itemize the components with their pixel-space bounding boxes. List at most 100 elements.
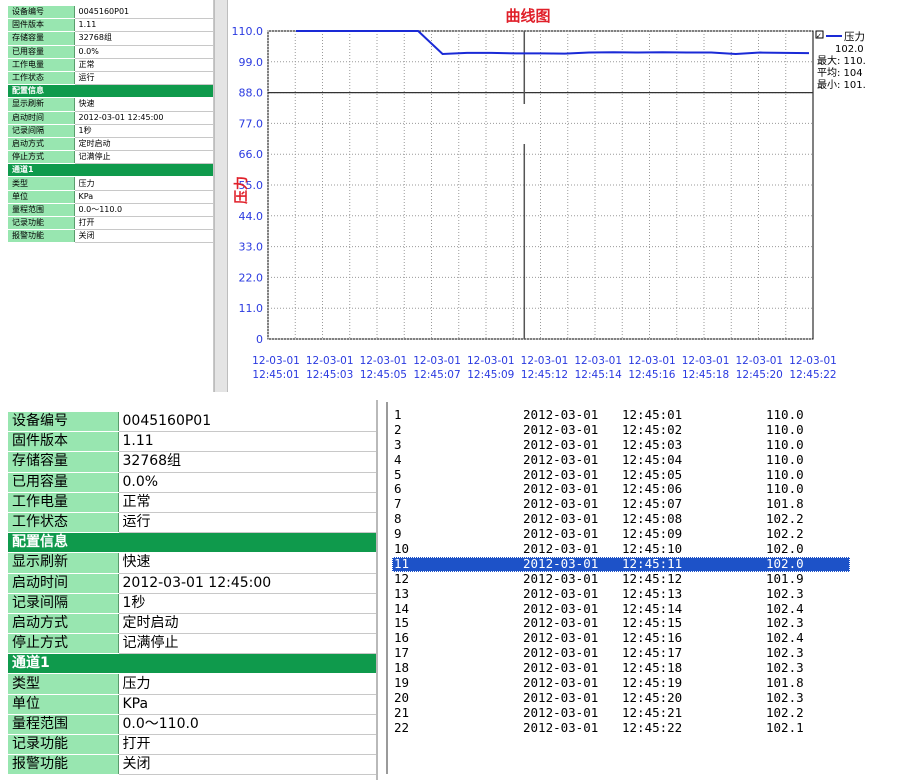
list-item[interactable]: 7 2012-03-01 12:45:07 101.8 xyxy=(392,496,850,512)
small-property-row[interactable]: 显示刷新 快速 xyxy=(8,97,213,112)
record-value: 102.3 xyxy=(766,689,804,705)
record-value: 102.3 xyxy=(766,660,804,676)
small-property-row[interactable]: 启动方式 定时启动 xyxy=(8,137,213,152)
x-tick-label: 12-03-01 xyxy=(413,355,461,367)
list-item[interactable]: 9 2012-03-01 12:45:09 102.2 xyxy=(392,526,850,542)
property-key: 存储容量 xyxy=(8,451,119,473)
list-item[interactable]: 1 2012-03-01 12:45:01 110.0 xyxy=(392,408,850,423)
x-tick-label: 12:45:18 xyxy=(682,369,729,381)
y-tick-label: 22.0 xyxy=(239,271,264,284)
property-key: 启动方式 xyxy=(8,613,119,635)
large-property-row[interactable]: 工作电量 正常 xyxy=(8,492,376,513)
property-value: 0.0～110.0 xyxy=(118,714,376,736)
list-item[interactable]: 18 2012-03-01 12:45:18 102.3 xyxy=(392,660,850,676)
list-item[interactable]: 6 2012-03-01 12:45:06 110.0 xyxy=(392,482,850,497)
list-item[interactable]: 20 2012-03-01 12:45:20 102.3 xyxy=(392,689,850,706)
property-key: 设备编号 xyxy=(8,412,119,433)
x-tick-label: 12-03-01 xyxy=(252,355,300,367)
property-key: 启动方式 xyxy=(8,137,75,152)
large-section-header[interactable]: 配置信息 xyxy=(8,532,376,554)
record-date: 2012-03-01 xyxy=(523,421,599,437)
large-section-header[interactable]: 通道1 xyxy=(8,653,376,675)
large-property-row[interactable]: 显示刷新 快速 xyxy=(8,552,376,574)
record-time: 12:45:19 xyxy=(622,675,683,691)
list-item[interactable]: 5 2012-03-01 12:45:05 110.0 xyxy=(392,466,850,483)
property-key: 固件版本 xyxy=(8,431,119,453)
list-item[interactable]: 19 2012-03-01 12:45:19 101.8 xyxy=(392,675,850,691)
small-property-row[interactable]: 启动时间 2012-03-01 12:45:00 xyxy=(8,111,213,125)
small-property-row[interactable]: 量程范围 0.0～110.0 xyxy=(8,203,213,218)
list-item[interactable]: 21 2012-03-01 12:45:21 102.2 xyxy=(392,705,850,721)
record-index: 1 xyxy=(394,408,402,422)
large-property-row[interactable]: 停止方式 记满停止 xyxy=(8,633,376,655)
large-property-row[interactable]: 报警功能 关闭 xyxy=(8,754,376,776)
small-property-row[interactable]: 报警功能 关闭 xyxy=(8,229,213,244)
small-property-row[interactable]: 固件版本 1.11 xyxy=(8,18,213,33)
large-property-row[interactable]: 已用容量 0.0% xyxy=(8,472,376,493)
x-tick-label: 12:45:20 xyxy=(736,369,783,381)
list-item[interactable]: 8 2012-03-01 12:45:08 102.2 xyxy=(392,511,850,527)
list-item[interactable]: 2 2012-03-01 12:45:02 110.0 xyxy=(392,421,850,438)
panel-splitter[interactable] xyxy=(214,0,228,392)
large-property-row[interactable]: 工作状态 运行 xyxy=(8,512,376,534)
large-property-row[interactable]: 设备编号 0045160P01 xyxy=(8,412,376,433)
records-panel-border xyxy=(386,402,388,774)
small-property-row[interactable]: 存储容量 32768组 xyxy=(8,31,213,46)
record-date: 2012-03-01 xyxy=(523,660,599,676)
large-property-row[interactable]: 固件版本 1.11 xyxy=(8,431,376,453)
record-index: 17 xyxy=(394,645,410,661)
small-property-row[interactable]: 记录功能 打开 xyxy=(8,216,213,231)
list-item[interactable]: 4 2012-03-01 12:45:04 110.0 xyxy=(392,452,850,468)
list-item[interactable]: 13 2012-03-01 12:45:13 102.3 xyxy=(392,586,850,602)
list-item[interactable]: 22 2012-03-01 12:45:22 102.1 xyxy=(392,719,850,736)
property-value: KPa xyxy=(74,190,213,204)
small-property-row[interactable]: 停止方式 记满停止 xyxy=(8,150,213,165)
large-property-row[interactable]: 单位 KPa xyxy=(8,694,376,715)
list-item[interactable]: 3 2012-03-01 12:45:03 110.0 xyxy=(392,437,850,453)
x-tick-label: 12:45:05 xyxy=(360,369,407,381)
small-property-row[interactable]: 设备编号 0045160P01 xyxy=(8,6,213,20)
y-tick-label: 99.0 xyxy=(239,56,264,69)
property-value: 定时启动 xyxy=(74,137,213,152)
list-item[interactable]: 15 2012-03-01 12:45:15 102.3 xyxy=(392,616,850,631)
legend-current-value: 102.0 xyxy=(835,44,864,55)
small-property-row[interactable]: 工作状态 运行 xyxy=(8,71,213,86)
large-property-row[interactable]: 量程范围 0.0～110.0 xyxy=(8,714,376,736)
list-item[interactable]: 10 2012-03-01 12:45:10 102.0 xyxy=(392,541,850,557)
large-property-row[interactable]: 启动方式 定时启动 xyxy=(8,613,376,635)
small-property-row[interactable]: 已用容量 0.0% xyxy=(8,45,213,59)
property-key: 存储容量 xyxy=(8,31,75,46)
large-property-row[interactable]: 类型 压力 xyxy=(8,673,376,695)
property-key: 量程范围 xyxy=(8,203,75,218)
small-section-header[interactable]: 配置信息 xyxy=(8,84,213,99)
record-value: 102.2 xyxy=(766,511,804,527)
property-value: 0.0% xyxy=(74,45,213,59)
small-section-header[interactable]: 通道1 xyxy=(8,163,213,178)
small-property-row[interactable]: 单位 KPa xyxy=(8,190,213,204)
list-item[interactable]: 14 2012-03-01 12:45:14 102.4 xyxy=(392,601,850,617)
section-label: 配置信息 xyxy=(8,532,376,554)
small-property-row[interactable]: 工作电量 正常 xyxy=(8,58,213,72)
large-property-row[interactable]: 存储容量 32768组 xyxy=(8,451,376,473)
property-value: 2012-03-01 12:45:00 xyxy=(118,573,376,594)
small-property-row[interactable]: 记录间隔 1秒 xyxy=(8,124,213,138)
large-property-row[interactable]: 记录间隔 1秒 xyxy=(8,593,376,614)
record-date: 2012-03-01 xyxy=(523,689,599,705)
property-key: 停止方式 xyxy=(8,633,119,655)
list-item[interactable]: 12 2012-03-01 12:45:12 101.9 xyxy=(392,571,850,587)
record-index: 22 xyxy=(394,719,410,735)
record-time: 12:45:05 xyxy=(622,466,683,482)
list-item-selected[interactable]: 11 2012-03-01 12:45:11 102.0 xyxy=(392,556,850,572)
small-property-row[interactable]: 类型 压力 xyxy=(8,176,213,191)
pressure-chart: 曲线图011.022.033.044.055.066.077.088.099.0… xyxy=(232,7,866,381)
large-property-row[interactable]: 记录功能 打开 xyxy=(8,734,376,756)
list-item[interactable]: 16 2012-03-01 12:45:16 102.4 xyxy=(392,630,850,646)
records-list[interactable]: 1 2012-03-01 12:45:01 110.0 2 2012-03-01 12:45… xyxy=(392,408,850,768)
property-value: 1秒 xyxy=(118,593,376,614)
y-axis-label: 压力 xyxy=(233,176,250,204)
section-divider xyxy=(0,392,900,400)
list-item[interactable]: 17 2012-03-01 12:45:17 102.3 xyxy=(392,645,850,661)
property-key: 记录间隔 xyxy=(8,124,75,138)
legend-avg: 平均: 104 xyxy=(817,67,863,79)
large-property-row[interactable]: 启动时间 2012-03-01 12:45:00 xyxy=(8,573,376,594)
